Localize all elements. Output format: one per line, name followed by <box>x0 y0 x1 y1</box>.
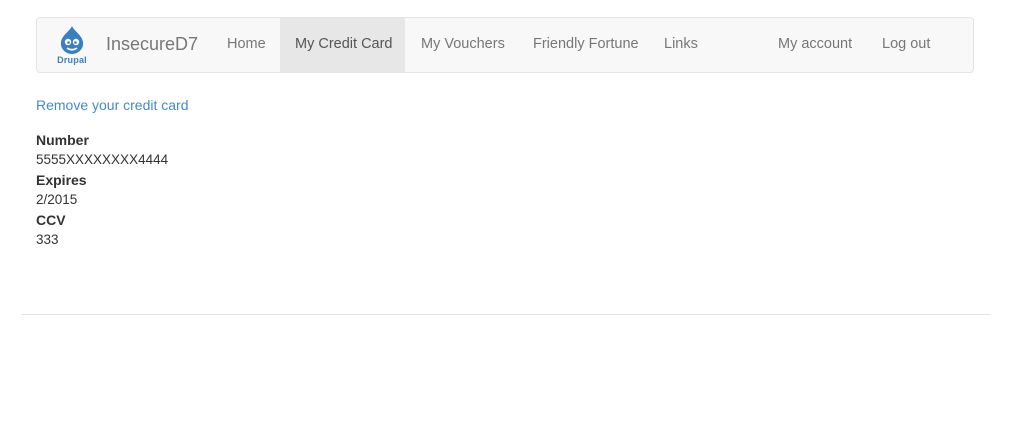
top-navbar: Drupal InsecureD7 Home My Credit Card My… <box>36 17 974 73</box>
drupal-drop-icon <box>60 26 84 54</box>
number-label: Number <box>36 132 89 148</box>
main-content: Remove your credit card Number 5555XXXXX… <box>36 96 189 250</box>
footer-divider <box>21 314 991 315</box>
nav-log-out[interactable]: Log out <box>868 18 948 72</box>
number-value: 5555XXXXXXXX4444 <box>36 152 169 167</box>
nav-my-credit-card[interactable]: My Credit Card <box>280 18 405 72</box>
ccv-value: 333 <box>36 232 59 247</box>
remove-credit-card-link[interactable]: Remove your credit card <box>36 96 189 114</box>
expires-value: 2/2015 <box>36 192 78 207</box>
site-brand[interactable]: InsecureD7 <box>106 33 198 55</box>
nav-home[interactable]: Home <box>213 18 280 72</box>
nav-my-vouchers[interactable]: My Vouchers <box>406 18 518 72</box>
ccv-label: CCV <box>36 212 66 228</box>
nav-my-account[interactable]: My account <box>764 18 868 72</box>
nav-friendly-fortune[interactable]: Friendly Fortune <box>518 18 649 72</box>
expires-label: Expires <box>36 172 87 188</box>
drupal-logo-text: Drupal <box>57 55 87 65</box>
drupal-logo[interactable]: Drupal <box>51 25 93 67</box>
nav-links[interactable]: Links <box>649 18 709 72</box>
